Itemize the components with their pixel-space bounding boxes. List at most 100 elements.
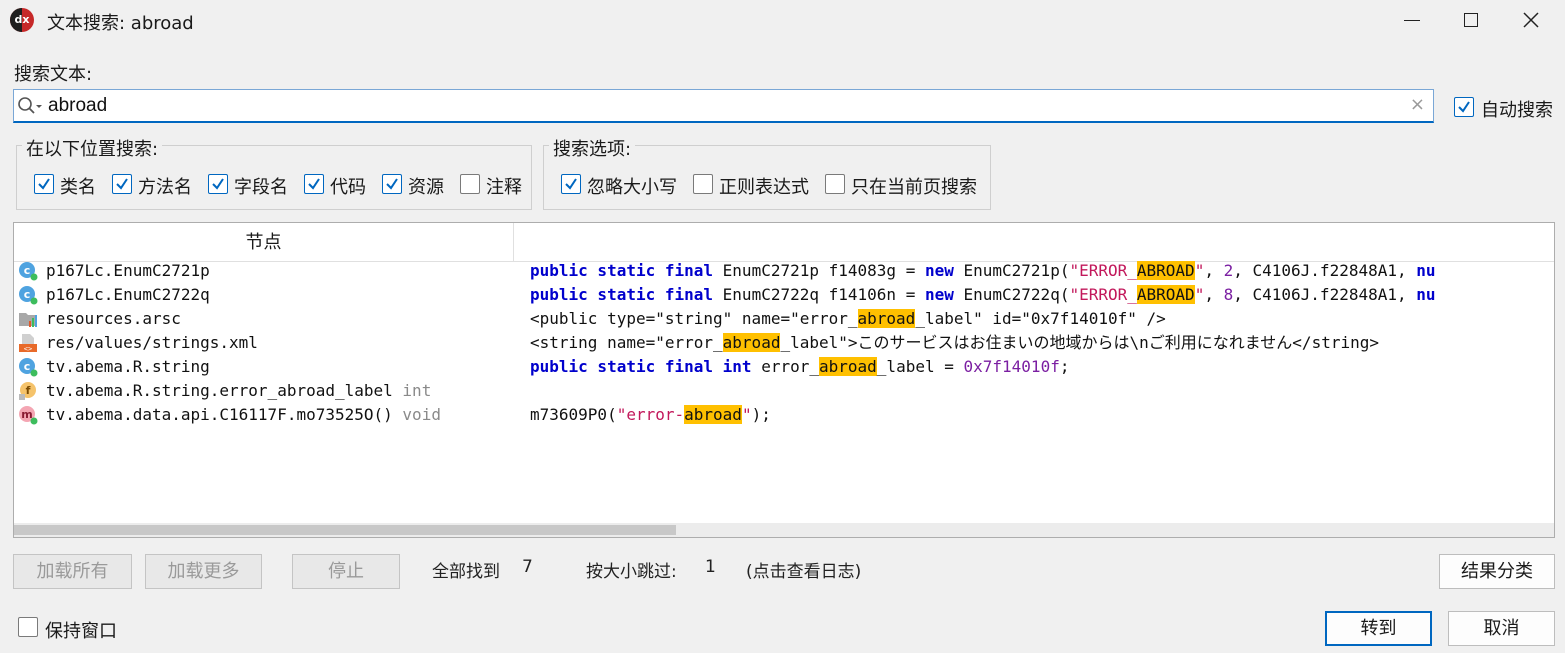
match-highlight: abroad [857,309,916,328]
result-node-name: res/values/strings.xml [46,333,258,352]
code-token: 0x7f14010f [963,357,1060,376]
code-token: "error- [616,405,685,424]
match-highlight: ABROAD [1136,285,1195,304]
result-row[interactable]: c tv.abema.R.string public static final in… [14,355,1554,379]
code-token: , C4106J.f22848A1, [1233,285,1417,304]
window-title: 文本搜索: abroad [47,13,194,34]
goto-button[interactable]: 转到 [1325,611,1432,646]
found-label: 全部找到 [432,562,500,582]
search-scope-title: 在以下位置搜索: [22,135,163,161]
skipped-count[interactable]: 1 [705,557,716,577]
column-header-node[interactable]: 节点 [14,223,514,262]
load-all-button[interactable]: 加载所有 [13,554,132,589]
result-node-name: p167Lc.EnumC2722q [46,285,210,304]
scope-label-4: 资源 [408,177,444,198]
code-token: nu [1416,261,1436,280]
code-token: <string name="error_ [530,333,723,352]
result-row[interactable]: c p167Lc.EnumC2722q public static final En… [14,283,1554,307]
result-row[interactable]: resources.arsc <public type="string" name… [14,307,1554,331]
scope-checkbox-5[interactable] [460,174,480,194]
option-label-0: 忽略大小写 [587,177,677,198]
result-code: public static final EnumC2721p f14083g =… [530,259,1436,283]
check-icon [1458,101,1470,113]
keep-window-checkbox[interactable] [18,617,38,637]
result-row[interactable]: m tv.abema.data.api.C16117F.mo73525O() vo… [14,403,1554,427]
code-token: 2 [1223,261,1234,280]
option-checkbox-2[interactable] [825,174,845,194]
search-box[interactable]: × [13,89,1434,123]
scope-checkbox-4[interactable] [382,174,402,194]
scope-checkbox-0[interactable] [34,174,54,194]
scope-checkbox-2[interactable] [208,174,228,194]
code-token: _label" id="0x7f14010f" /> [915,309,1166,328]
code-token: <public type="string" name="error_ [530,309,858,328]
maximize-icon [1464,13,1478,27]
check-icon [38,178,50,190]
code-token: ); [751,405,771,424]
search-text-label: 搜索文本: [14,64,93,85]
code-token: EnumC2721p( [953,261,1070,280]
class-icon: c [18,357,38,377]
code-token: error_ [751,357,819,376]
match-highlight: abroad [819,357,877,376]
horizontal-scrollbar[interactable] [14,523,1554,537]
code-token: , [1204,285,1224,304]
result-node-name: tv.abema.R.string.error_abroad_label int [46,381,432,400]
result-node-type: int [402,381,432,400]
match-highlight: abroad [722,333,781,352]
code-token: m73609P0( [530,405,617,424]
found-count: 7 [522,557,533,577]
scope-label-5: 注释 [486,177,522,198]
check-icon [565,178,577,190]
stop-button[interactable]: 停止 [292,554,400,589]
log-hint-link[interactable]: (点击查看日志) [746,557,861,582]
code-token: public static final int [530,357,752,376]
code-token: nu [1416,285,1436,304]
cancel-button[interactable]: 取消 [1448,611,1555,646]
code-token: " [1194,261,1205,280]
skipped-label: 按大小跳过: [586,562,677,582]
option-label-2: 只在当前页搜索 [851,177,977,198]
minimize-button[interactable] [1383,0,1441,40]
code-token: new [924,261,954,280]
code-token: EnumC2721p f14083g = [713,261,925,280]
check-icon [212,178,224,190]
load-more-button[interactable]: 加载更多 [145,554,262,589]
result-node-name: tv.abema.data.api.C16117F.mo73525O() voi… [46,405,441,424]
result-code: m73609P0("error-abroad"); [530,403,771,427]
result-node-name: resources.arsc [46,309,181,328]
group-results-button[interactable]: 结果分类 [1439,554,1555,589]
option-checkbox-1[interactable] [693,174,713,194]
field-icon: f [18,381,38,401]
svg-text:c: c [24,288,31,301]
auto-search-checkbox[interactable] [1454,97,1474,117]
result-code: <string name="error_abroad_label">このサービス… [530,331,1379,355]
scope-checkbox-3[interactable] [304,174,324,194]
scope-checkbox-1[interactable] [112,174,132,194]
code-token: "ERROR_ [1069,261,1137,280]
results-header: 节点 [14,223,1554,262]
close-button[interactable] [1502,0,1560,40]
scrollbar-thumb[interactable] [14,525,676,535]
maximize-button[interactable] [1442,0,1500,40]
results-table[interactable]: 节点 c p167Lc.EnumC2721p public static final… [13,222,1555,538]
title-bar: dx 文本搜索: abroad [0,0,1565,40]
code-token: public static final [530,285,714,304]
code-token: " [741,405,752,424]
svg-text:f: f [26,384,31,397]
match-highlight: ABROAD [1136,261,1195,280]
check-icon [386,178,398,190]
xml-file-icon: <> [18,333,38,353]
class-icon: c [18,261,38,281]
search-input[interactable] [48,94,1388,118]
class-icon: c [18,285,38,305]
clear-icon[interactable]: × [1410,94,1425,116]
result-node-name: tv.abema.R.string [46,357,210,376]
result-code: <public type="string" name="error_abroad… [530,307,1166,331]
scope-label-1: 方法名 [138,177,192,198]
result-row[interactable]: f tv.abema.R.string.error_abroad_label in… [14,379,1554,403]
option-checkbox-0[interactable] [561,174,581,194]
result-row[interactable]: <> res/values/strings.xml <string name="er… [14,331,1554,355]
result-row[interactable]: c p167Lc.EnumC2721p public static final En… [14,259,1554,283]
keep-window-label: 保持窗口 [45,621,117,642]
